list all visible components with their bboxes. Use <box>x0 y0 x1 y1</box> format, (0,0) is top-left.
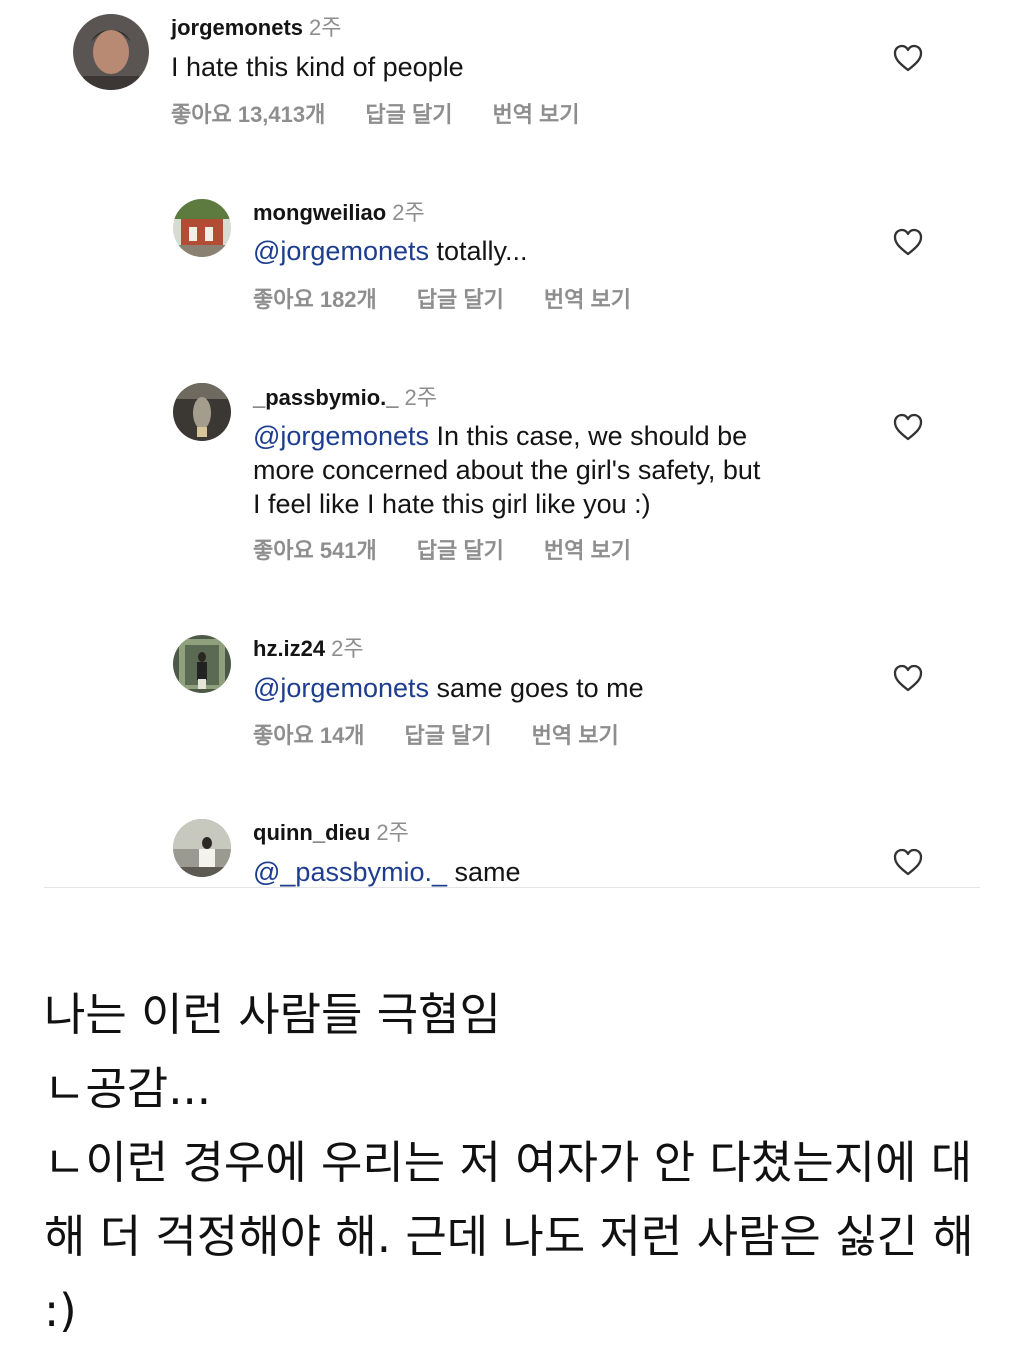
translate-button[interactable]: 번역 보기 <box>544 286 631 314</box>
reply-item: quinn_dieu 2주 @_passbymio._ same <box>0 810 1024 888</box>
translation-caption: 나는 이런 사람들 극혐임 ㄴ공감... ㄴ이런 경우에 우리는 저 여자가 안… <box>44 978 984 1345</box>
like-count[interactable]: 좋아요 182개 <box>253 286 377 314</box>
translate-button[interactable]: 번역 보기 <box>492 101 579 129</box>
reply-item: hz.iz24 2주 @jorgemonets same goes to me 좋… <box>0 626 1024 756</box>
divider <box>44 887 980 888</box>
translate-button[interactable]: 번역 보기 <box>532 722 619 750</box>
comment-actions: 좋아요 14개 답글 달기 번역 보기 <box>253 722 619 750</box>
mention-link[interactable]: @jorgemonets <box>253 673 429 703</box>
username[interactable]: jorgemonets <box>171 15 303 40</box>
caption-line: 나는 이런 사람들 극혐임 <box>44 988 501 1041</box>
comment-actions: 좋아요 13,413개 답글 달기 번역 보기 <box>171 101 580 129</box>
comment-body-line: In this case, we should be <box>429 421 748 451</box>
caption-line: ㄴ공감... <box>44 1062 212 1115</box>
comment-header: hz.iz24 2주 <box>253 636 364 662</box>
comment-body: same <box>447 857 521 887</box>
username[interactable]: _passbymio._ <box>253 385 399 410</box>
comment-header: jorgemonets 2주 <box>171 15 342 41</box>
reply-item: mongweiliao 2주 @jorgemonets totally... 좋아… <box>0 190 1024 320</box>
caption-line: 해 더 걱정해야 해. 근데 나도 저런 사람은 싫긴 해 <box>44 1210 974 1263</box>
translate-button[interactable]: 번역 보기 <box>544 537 631 565</box>
like-count[interactable]: 좋아요 541개 <box>253 537 377 565</box>
reply-item: _passbymio._ 2주 @jorgemonets In this case… <box>0 375 1024 575</box>
avatar[interactable] <box>173 199 231 257</box>
reply-button[interactable]: 답글 달기 <box>417 537 504 565</box>
mention-link[interactable]: @_passbymio._ <box>253 857 447 887</box>
heart-outline-icon[interactable] <box>893 413 923 441</box>
comment-body-line: I feel like I hate this girl like you :) <box>253 489 651 519</box>
like-count[interactable]: 좋아요 14개 <box>253 722 365 750</box>
comment-body-line: more concerned about the girl's safety, … <box>253 455 761 485</box>
mention-link[interactable]: @jorgemonets <box>253 236 429 266</box>
avatar[interactable] <box>73 14 149 90</box>
timestamp: 2주 <box>376 820 409 845</box>
comment-text: @jorgemonets In this case, we should be … <box>253 419 760 521</box>
comment-text: @_passbymio._ same <box>253 855 521 889</box>
comment-item: jorgemonets 2주 I hate this kind of people… <box>0 0 1024 150</box>
avatar[interactable] <box>173 819 231 877</box>
like-count[interactable]: 좋아요 13,413개 <box>171 101 325 129</box>
reply-button[interactable]: 답글 달기 <box>405 722 492 750</box>
reply-button[interactable]: 답글 달기 <box>417 286 504 314</box>
heart-outline-icon[interactable] <box>893 664 923 692</box>
username[interactable]: hz.iz24 <box>253 636 325 661</box>
avatar[interactable] <box>173 635 231 693</box>
avatar[interactable] <box>173 383 231 441</box>
comment-actions: 좋아요 182개 답글 달기 번역 보기 <box>253 286 631 314</box>
comment-text: I hate this kind of people <box>171 50 464 84</box>
comment-header: mongweiliao 2주 <box>253 200 425 226</box>
mention-link[interactable]: @jorgemonets <box>253 421 429 451</box>
timestamp: 2주 <box>392 200 425 225</box>
timestamp: 2주 <box>309 15 342 40</box>
timestamp: 2주 <box>404 385 437 410</box>
comment-body: I hate this kind of people <box>171 52 464 82</box>
comment-body: same goes to me <box>429 673 644 703</box>
heart-outline-icon[interactable] <box>893 848 923 876</box>
username[interactable]: quinn_dieu <box>253 820 370 845</box>
comment-header: quinn_dieu 2주 <box>253 820 409 846</box>
timestamp: 2주 <box>331 636 364 661</box>
username[interactable]: mongweiliao <box>253 200 386 225</box>
comment-actions: 좋아요 541개 답글 달기 번역 보기 <box>253 537 631 565</box>
comment-body: totally... <box>429 236 528 266</box>
comment-text: @jorgemonets same goes to me <box>253 671 644 705</box>
comment-header: _passbymio._ 2주 <box>253 385 437 411</box>
caption-line: ㄴ이런 경우에 우리는 저 여자가 안 다쳤는지에 대 <box>44 1136 973 1189</box>
comment-text: @jorgemonets totally... <box>253 234 528 268</box>
caption-line: :) <box>44 1284 77 1337</box>
heart-outline-icon[interactable] <box>893 44 923 72</box>
reply-button[interactable]: 답글 달기 <box>365 101 452 129</box>
heart-outline-icon[interactable] <box>893 228 923 256</box>
